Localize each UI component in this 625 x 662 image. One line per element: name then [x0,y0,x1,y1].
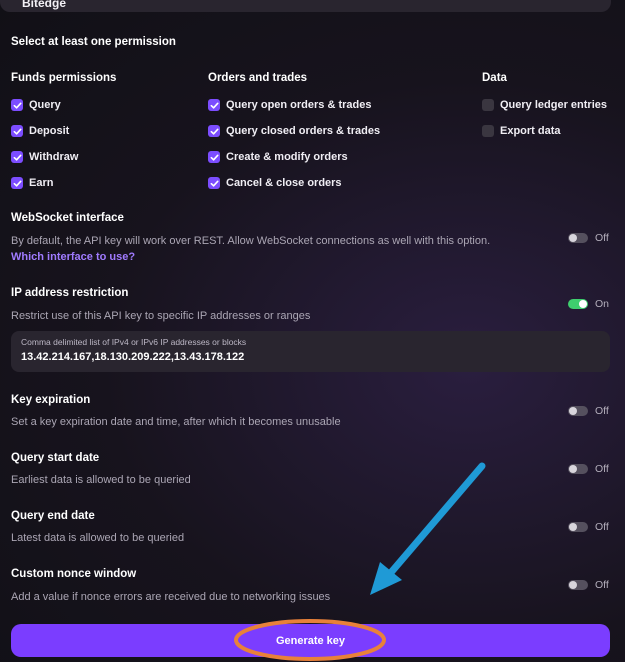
checkbox-checked-icon[interactable] [11,177,23,189]
toggle-state: Off [595,405,609,417]
toggle-off-icon[interactable] [568,406,588,416]
toggle-off-icon[interactable] [568,522,588,532]
toggle-state: Off [595,579,609,591]
funds-permissions-title: Funds permissions [11,72,117,84]
query-end-date-title: Query end date [11,510,95,522]
websocket-description: By default, the API key will work over R… [11,235,491,247]
data-title: Data [482,72,507,84]
perm-label: Query open orders & trades [226,99,372,111]
perm-cancel-close-orders[interactable]: Cancel & close orders [208,176,342,190]
query-start-date-toggle[interactable]: Off [568,463,609,475]
key-description-field[interactable]: Bitedge [0,0,611,12]
orders-trades-title: Orders and trades [208,72,308,84]
checkbox-checked-icon[interactable] [11,151,23,163]
annotation-arrow-icon [370,462,486,595]
checkbox-checked-icon[interactable] [208,125,220,137]
key-expiration-title: Key expiration [11,394,91,406]
checkbox-checked-icon[interactable] [11,99,23,111]
query-start-date-title: Query start date [11,452,100,464]
perm-label: Earn [29,177,54,189]
key-expiration-description: Set a key expiration date and time, afte… [11,416,341,428]
ip-input-value: 13.42.214.167,18.130.209.222,13.43.178.1… [21,351,245,363]
websocket-title: WebSocket interface [11,212,124,224]
perm-label: Withdraw [29,151,79,163]
ip-restriction-toggle[interactable]: On [568,298,609,310]
perm-label: Query [29,99,61,111]
toggle-off-icon[interactable] [568,464,588,474]
generate-key-label: Generate key [275,634,346,647]
checkbox-checked-icon[interactable] [208,151,220,163]
query-end-date-toggle[interactable]: Off [568,521,609,533]
perm-query-closed-orders[interactable]: Query closed orders & trades [208,124,380,138]
toggle-state: On [595,298,610,310]
toggle-state: Off [595,463,609,475]
perm-label: Query ledger entries [500,99,607,111]
ip-restriction-title: IP address restriction [11,287,129,299]
perm-withdraw[interactable]: Withdraw [11,150,78,164]
checkbox-checked-icon[interactable] [208,177,220,189]
key-description-value: Bitedge [22,0,67,10]
nonce-window-toggle[interactable]: Off [568,579,609,591]
perm-earn[interactable]: Earn [11,176,53,190]
perm-label: Cancel & close orders [226,177,342,189]
query-start-date-description: Earliest data is allowed to be queried [11,474,191,486]
ip-restriction-description: Restrict use of this API key to specific… [11,310,311,322]
perm-export-data[interactable]: Export data [482,124,561,138]
toggle-on-icon[interactable] [568,299,588,309]
toggle-state: Off [595,521,609,533]
perm-deposit[interactable]: Deposit [11,124,69,138]
perm-query[interactable]: Query [11,98,61,112]
toggle-off-icon[interactable] [568,233,588,243]
toggle-state: Off [595,232,609,244]
permissions-instruction: Select at least one permission [11,36,176,48]
websocket-toggle[interactable]: Off [568,232,609,244]
nonce-window-title: Custom nonce window [11,568,137,580]
perm-label: Create & modify orders [226,151,348,163]
ip-input-caption: Comma delimited list of IPv4 or IPv6 IP … [21,337,247,347]
checkbox-unchecked-icon[interactable] [482,125,494,137]
perm-query-ledger[interactable]: Query ledger entries [482,98,607,112]
generate-key-button[interactable]: Generate key [11,624,610,657]
checkbox-checked-icon[interactable] [11,125,23,137]
ip-address-input[interactable]: Comma delimited list of IPv4 or IPv6 IP … [11,331,610,372]
key-expiration-toggle[interactable]: Off [568,405,609,417]
nonce-window-description: Add a value if nonce errors are received… [11,591,331,603]
query-end-date-description: Latest data is allowed to be queried [11,532,185,544]
checkbox-checked-icon[interactable] [208,99,220,111]
which-interface-link[interactable]: Which interface to use? [11,251,135,263]
perm-label: Deposit [29,125,70,137]
perm-label: Query closed orders & trades [226,125,381,137]
toggle-off-icon[interactable] [568,580,588,590]
perm-query-open-orders[interactable]: Query open orders & trades [208,98,372,112]
perm-create-modify-orders[interactable]: Create & modify orders [208,150,348,164]
perm-label: Export data [500,125,561,137]
checkbox-unchecked-icon[interactable] [482,99,494,111]
